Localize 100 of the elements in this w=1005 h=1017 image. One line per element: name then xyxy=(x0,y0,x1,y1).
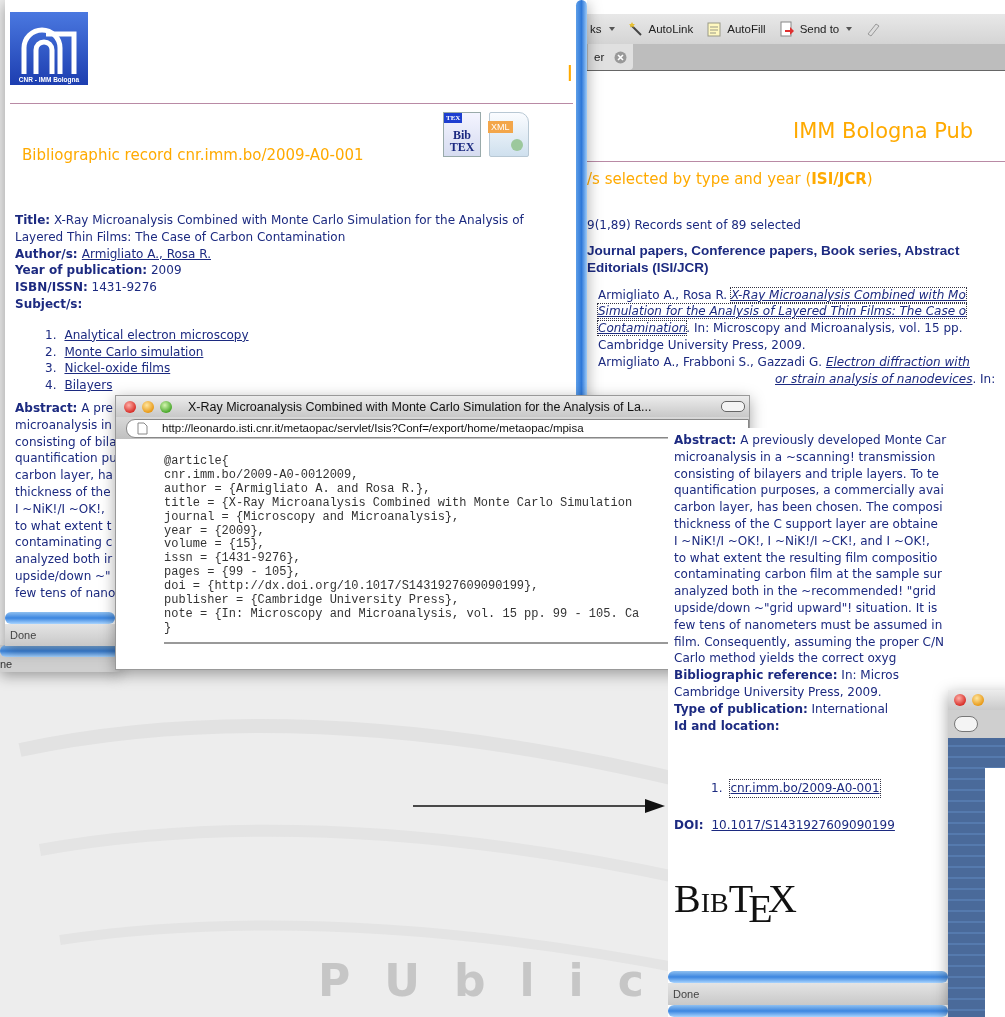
status-text: ne xyxy=(0,657,14,670)
record-field: Author/s: Armigliato A., Rosa R. xyxy=(15,245,211,263)
scrollbar[interactable] xyxy=(5,612,115,624)
note-icon[interactable] xyxy=(706,21,723,37)
abstract-line: few tens of nano xyxy=(15,584,116,602)
abstract-line: analyzed both ir xyxy=(15,551,113,568)
record-field: thickness of the C support layer are obtaine xyxy=(674,516,938,533)
abstract-line: microanalysis in xyxy=(15,416,112,434)
code-line: year = {2009}, xyxy=(164,524,265,538)
record-field: Cambridge University Press, 2009. xyxy=(674,683,882,701)
record-field: film. Consequently, assuming the proper C/N xyxy=(674,633,944,651)
code-line: cnr.imm.bo/2009-A0-0012009, xyxy=(164,468,359,483)
toolbar-toggle-button[interactable] xyxy=(721,401,745,412)
subject-link[interactable]: Monte Carlo simulation xyxy=(64,343,204,361)
status-text: Done xyxy=(10,629,37,641)
citation-line: Contamination. In: Microscopy and Microanalysis, vol. 15 pp. xyxy=(598,320,963,337)
wand-icon[interactable] xyxy=(627,21,644,37)
caret-icon xyxy=(846,27,853,31)
record-field: contaminating carbon film at the sample sur xyxy=(674,566,942,584)
code-line: } xyxy=(164,621,172,636)
page-heading: I xyxy=(566,61,573,88)
record-field: consisting of bilayers and triple layers. To te xyxy=(674,465,939,483)
record-field: Layered Thin Films: The Case of Carbon Contamination xyxy=(15,228,346,246)
caret-icon xyxy=(608,27,615,31)
text-link[interactable]: Simulation for the Analysis of Layered Thin Films: The Case o xyxy=(598,304,967,319)
list-number: 3. xyxy=(45,360,57,378)
list-number: 4. xyxy=(45,377,57,394)
abstract-line: Abstract: A pre xyxy=(15,399,113,417)
code-line: author = {Armigliato A. and Rosa R.}, xyxy=(164,482,431,497)
list-number: 1. xyxy=(711,780,723,798)
minimize-button[interactable] xyxy=(972,694,984,706)
code-line: note = {In: Microscopy and Microanalysis, vol. 15 pp. 99 - 105. Ca xyxy=(164,607,640,622)
record-field: Carlo method yields the correct oxyg xyxy=(674,650,897,668)
doi-link[interactable]: 10.1017/S1431927609090199 xyxy=(711,818,895,833)
record-field: Id and location: xyxy=(674,717,780,735)
zoom-button[interactable] xyxy=(160,400,172,413)
browser-tab[interactable]: er xyxy=(588,44,634,70)
list-number: 2. xyxy=(45,343,57,361)
close-button[interactable] xyxy=(954,694,966,706)
abstract-line: I ~NiK!/I ~OK!, xyxy=(15,500,105,518)
record-field: ISBN/ISSN: 1431-9276 xyxy=(15,279,157,296)
record-field: upside/down ~"grid upward"! situation. It is xyxy=(674,599,938,617)
subject-link[interactable]: Bilayers xyxy=(64,377,113,394)
code-line: doi = {http://dx.doi.org/10.1017/S1431927609090199}, xyxy=(164,580,539,594)
text-link[interactable]: Electron diffraction with xyxy=(825,354,970,369)
record-field: to what extent the resulting film compositio xyxy=(674,549,938,567)
toolbar-button[interactable] xyxy=(954,716,978,732)
code-line: volume = {15}, xyxy=(164,538,265,552)
abstract-line: to what extent t xyxy=(15,517,112,535)
text-link[interactable]: Contamination xyxy=(598,321,687,336)
subject-link[interactable]: Analytical electron microscopy xyxy=(64,326,249,344)
section-heading: Journal papers, Conference papers, Book series, Abstract xyxy=(587,243,960,260)
status-text: Done xyxy=(673,988,700,1000)
record-field: carbon layer, has been chosen. The composi xyxy=(674,499,943,516)
pen-icon[interactable] xyxy=(865,21,882,37)
record-title: Bibliographic record cnr.imm.bo/2009-A0-001 xyxy=(21,145,364,166)
section-heading: Editorials (ISI/JCR) xyxy=(587,259,709,277)
page-subtitle: /s selected by type and year (ISI/JCR) xyxy=(587,169,874,188)
doi-field: DOI: 10.1017/S1431927609090199 xyxy=(674,797,895,834)
record-field: analyzed both in the ~recommended! "grid xyxy=(674,583,936,600)
location-link[interactable]: cnr.imm.bo/2009-A0-001 xyxy=(730,780,880,798)
text-link[interactable]: Armigliato A., Rosa R. xyxy=(81,246,211,261)
record-field: Year of publication: 2009 xyxy=(15,262,182,280)
record-field: quantification purposes, a commercially avai xyxy=(674,482,944,500)
toolbar-menu[interactable]: Send to xyxy=(799,23,840,35)
code-line: journal = {Microscopy and Microanalysis}, xyxy=(164,510,460,525)
record-field: few tens of nanometers must be assumed in xyxy=(674,616,943,634)
code-line: issn = {1431-9276}, xyxy=(164,552,301,566)
record-field: Bibliographic reference: In: Micros xyxy=(674,667,899,684)
subject-link[interactable]: Nickel-oxide films xyxy=(64,360,171,378)
page-heading: IMM Bologna Pub xyxy=(792,118,975,145)
minimize-button[interactable] xyxy=(142,400,154,413)
text-link[interactable]: X-Ray Microanalysis Combined with Mo xyxy=(731,287,966,302)
record-field: I ~NiK!/I ~OK!, I ~NiK!/I ~CK!, and I ~OK!, xyxy=(674,532,930,550)
citation-line: Armigliato A., Frabboni S., Gazzadi G. Electron diffraction with xyxy=(598,353,970,371)
toolbar-menu[interactable]: ks xyxy=(590,23,602,35)
abstract-line: upside/down ~" xyxy=(15,567,111,585)
citation-line: or strain analysis of nanodevices. In: xyxy=(775,370,996,388)
window-title: X-Ray Microanalysis Combined with Monte Carlo Simulation for the Analysis of La... xyxy=(188,399,652,414)
scrollbar[interactable] xyxy=(668,971,948,983)
code-line: title = {X-Ray Microanalysis Combined with Monte Carlo Simulation xyxy=(164,496,633,511)
record-field: microanalysis in a ~scanning! transmission xyxy=(674,448,936,466)
records-count: 9(1,89) Records sent of 89 selected xyxy=(587,217,802,232)
toolbar-button[interactable]: AutoLink xyxy=(648,23,694,35)
scrollbar[interactable] xyxy=(668,1005,948,1017)
list-number: 1. xyxy=(45,326,57,344)
toolbar-button[interactable]: AutoFill xyxy=(727,23,766,35)
record-field: Type of publication: International xyxy=(674,700,889,718)
close-button[interactable] xyxy=(124,400,136,413)
abstract-line: contaminating c xyxy=(15,534,113,552)
record-field: Title: X-Ray Microanalysis Combined with Monte Carlo Simulation for the Analysis of xyxy=(15,212,524,229)
close-icon[interactable] xyxy=(614,50,628,64)
abstract-line: carbon layer, ha xyxy=(15,467,113,484)
code-line: @article{ xyxy=(164,455,229,469)
citation-line: Armigliato A., Rosa R. X-Ray Microanalysis Combined with Mo xyxy=(598,286,966,304)
citation-line: Cambridge University Press, 2009. xyxy=(598,337,806,354)
abstract-line: thickness of the xyxy=(15,483,111,501)
code-line: pages = {99 - 105}, xyxy=(164,566,301,580)
code-line: publisher = {Cambridge University Press}, xyxy=(164,594,460,608)
page-icon xyxy=(137,421,148,435)
